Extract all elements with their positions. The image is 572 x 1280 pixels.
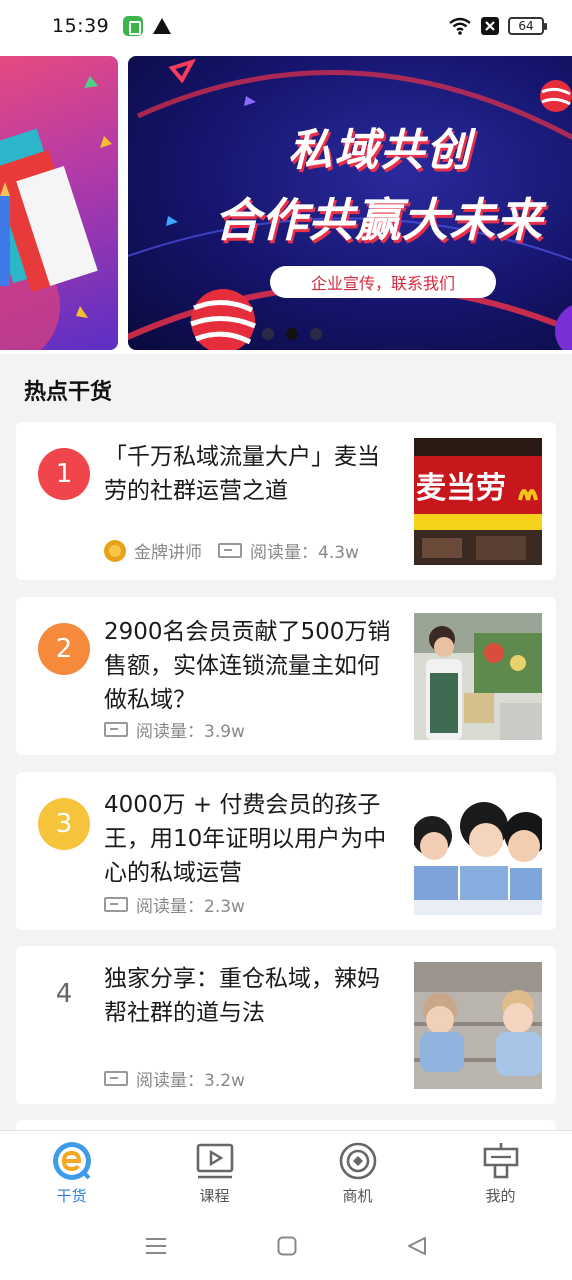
gold-medal-icon xyxy=(104,539,126,562)
banner-carousel[interactable]: 私域共创 合作共赢大未来 企业宣传，联系我们 xyxy=(0,52,572,354)
article-card[interactable]: 3 4000万 + 付费会员的孩子王，用10年证明以用户为中心的私域运营 阅读量… xyxy=(16,772,556,930)
banner-headline-1: 私域共创 xyxy=(288,125,472,176)
article-meta: 金牌讲师 阅读量：4.3w xyxy=(104,538,359,563)
tab-shangji[interactable]: 商机 xyxy=(286,1131,429,1212)
banner-slide-previous[interactable] xyxy=(0,56,118,350)
article-card[interactable]: 2 2900名会员贡献了500万销售额，实体连锁流量主如何做私域？ 阅读量：3.… xyxy=(16,597,556,755)
status-bar: 15:39 64 xyxy=(0,0,572,52)
read-count: 阅读量：4.3w xyxy=(250,543,359,563)
menu-icon[interactable] xyxy=(145,1236,167,1256)
banner-contact-button[interactable]: 企业宣传，联系我们 xyxy=(270,266,496,298)
author-label: 金牌讲师 xyxy=(134,543,202,563)
tab-kecheng[interactable]: 课程 xyxy=(143,1131,286,1212)
article-title: 独家分享：重仓私域，辣妈帮社群的道与法 xyxy=(104,966,380,1026)
home-icon[interactable] xyxy=(277,1236,297,1256)
section-title: 热点干货 xyxy=(24,380,113,405)
banner-slide-current[interactable]: 私域共创 合作共赢大未来 企业宣传，联系我们 xyxy=(128,56,572,350)
article-thumbnail xyxy=(414,788,542,915)
back-icon[interactable] xyxy=(407,1236,427,1256)
bottom-tab-bar: 干货 课程 商机 我的 xyxy=(0,1130,572,1212)
carousel-dot-active[interactable] xyxy=(286,328,298,340)
article-card[interactable]: 1 「千万私域流量大户」麦当劳的社群运营之道 金牌讲师 阅读量：4.3w 麦当劳 xyxy=(16,422,556,580)
read-count-icon xyxy=(104,722,128,737)
article-thumbnail xyxy=(414,613,542,740)
article-meta: 阅读量：3.2w xyxy=(104,1066,245,1091)
carousel-dot[interactable] xyxy=(310,328,322,340)
read-count-icon xyxy=(104,897,128,912)
read-count-icon xyxy=(218,543,242,558)
rank-badge: 2 xyxy=(38,623,90,675)
no-sim-icon xyxy=(481,17,499,35)
read-count-icon xyxy=(104,1071,128,1086)
article-thumbnail: 麦当劳 xyxy=(414,438,542,565)
wifi-icon xyxy=(449,17,471,35)
read-count: 阅读量：3.2w xyxy=(136,1071,245,1091)
rank-badge: 3 xyxy=(38,798,90,850)
read-count: 阅读量：3.9w xyxy=(136,722,245,742)
tab-label: 商机 xyxy=(342,1187,373,1205)
profile-icon xyxy=(483,1143,518,1179)
tab-label: 干货 xyxy=(56,1187,87,1205)
rank-number: 4 xyxy=(55,979,73,1009)
system-navigation-bar xyxy=(0,1212,572,1280)
app-notification-icon xyxy=(123,16,144,36)
article-card[interactable]: 4 独家分享：重仓私域，辣妈帮社群的道与法 阅读量：3.2w xyxy=(16,946,556,1104)
tab-label: 课程 xyxy=(199,1187,230,1205)
article-title: 「千万私域流量大户」麦当劳的社群运营之道 xyxy=(104,444,380,504)
svg-text:麦当劳: 麦当劳 xyxy=(416,471,506,506)
article-meta: 阅读量：3.9w xyxy=(104,717,245,742)
target-icon xyxy=(339,1142,376,1180)
article-meta: 阅读量：2.3w xyxy=(104,892,245,917)
books-illustration xyxy=(0,76,112,350)
status-time: 15:39 xyxy=(52,15,110,37)
warning-icon xyxy=(153,18,172,34)
carousel-indicator xyxy=(262,328,322,340)
article-thumbnail xyxy=(414,962,542,1089)
tab-label: 我的 xyxy=(485,1187,516,1205)
read-count: 阅读量：2.3w xyxy=(136,897,245,917)
banner-headline-2: 合作共赢大未来 xyxy=(214,193,543,247)
play-screen-icon xyxy=(196,1143,233,1179)
tab-ganhuo[interactable]: 干货 xyxy=(0,1131,143,1212)
tab-wode[interactable]: 我的 xyxy=(429,1131,572,1212)
e-logo-icon xyxy=(52,1142,91,1180)
article-title: 2900名会员贡献了500万销售额，实体连锁流量主如何做私域？ xyxy=(104,619,391,713)
carousel-dot[interactable] xyxy=(262,328,274,340)
article-title: 4000万 + 付费会员的孩子王，用10年证明以用户为中心的私域运营 xyxy=(104,792,387,886)
battery-icon: 64 xyxy=(508,17,547,35)
rank-badge: 1 xyxy=(38,448,90,500)
